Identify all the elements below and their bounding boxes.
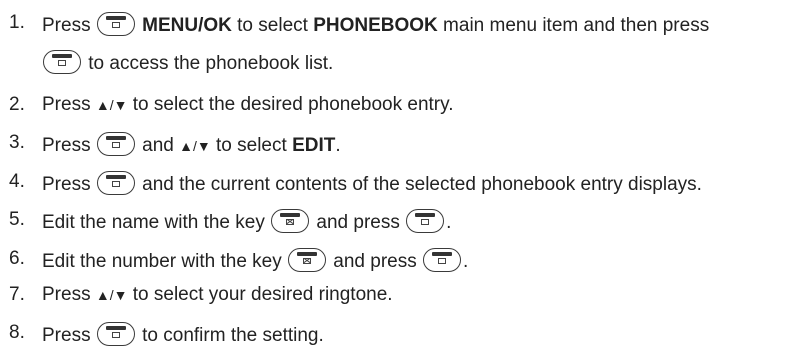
step-text: to select the desired phonebook entry. — [127, 94, 454, 115]
step-text: Edit the name with the key — [42, 212, 271, 233]
menu-ok-key-icon — [423, 248, 462, 272]
menu-ok-key-icon — [406, 209, 445, 233]
up-down-arrow-icon: ▲/▼ — [179, 138, 211, 154]
step-text: Press — [42, 174, 96, 195]
menu-item-name: EDIT — [292, 135, 336, 156]
step-number: 7. — [9, 284, 25, 305]
step-text: Press — [42, 325, 96, 346]
clear-key-icon — [271, 209, 310, 233]
step-text: Press — [42, 15, 96, 36]
step-text: to confirm the setting. — [136, 325, 324, 346]
step-number: 8. — [9, 322, 25, 343]
instruction-list: 1. Press MENU/OK to select PHONEBOOK mai… — [0, 0, 791, 349]
step-text: . — [446, 212, 452, 233]
step-text: . — [335, 135, 341, 156]
step-text: to access the phonebook list. — [83, 53, 334, 74]
step-text: and the current contents of the selected… — [136, 174, 702, 195]
up-down-arrow-icon: ▲/▼ — [95, 287, 128, 303]
step-text: to select — [210, 135, 293, 156]
step-text: and — [136, 135, 180, 156]
step-text: Press — [42, 94, 96, 115]
step-text: and press — [311, 212, 406, 233]
key-name: MENU/OK — [142, 15, 232, 36]
step-text: main menu item and then press — [437, 15, 710, 36]
clear-key-icon — [288, 248, 327, 272]
step-text: Press — [42, 284, 96, 305]
step-text: to select your desired ringtone. — [127, 284, 393, 305]
step-number: 4. — [9, 171, 25, 192]
menu-ok-key-icon — [96, 132, 135, 156]
menu-ok-key-icon — [96, 171, 135, 195]
step-text: Press — [42, 135, 96, 156]
step-text: . — [463, 251, 469, 272]
step-text: Edit the number with the key — [42, 251, 288, 272]
menu-ok-key-icon — [96, 322, 135, 346]
up-down-arrow-icon: ▲/▼ — [95, 97, 128, 113]
step-text: to select — [231, 15, 314, 36]
step-number: 3. — [9, 132, 25, 153]
step-number: 1. — [9, 12, 25, 33]
step-number: 2. — [9, 94, 25, 115]
menu-ok-key-icon — [43, 50, 81, 74]
step-number: 6. — [9, 248, 25, 269]
menu-ok-key-icon — [96, 12, 135, 36]
menu-item-name: PHONEBOOK — [313, 15, 438, 36]
step-number: 5. — [9, 209, 25, 230]
step-text: and press — [328, 251, 423, 272]
